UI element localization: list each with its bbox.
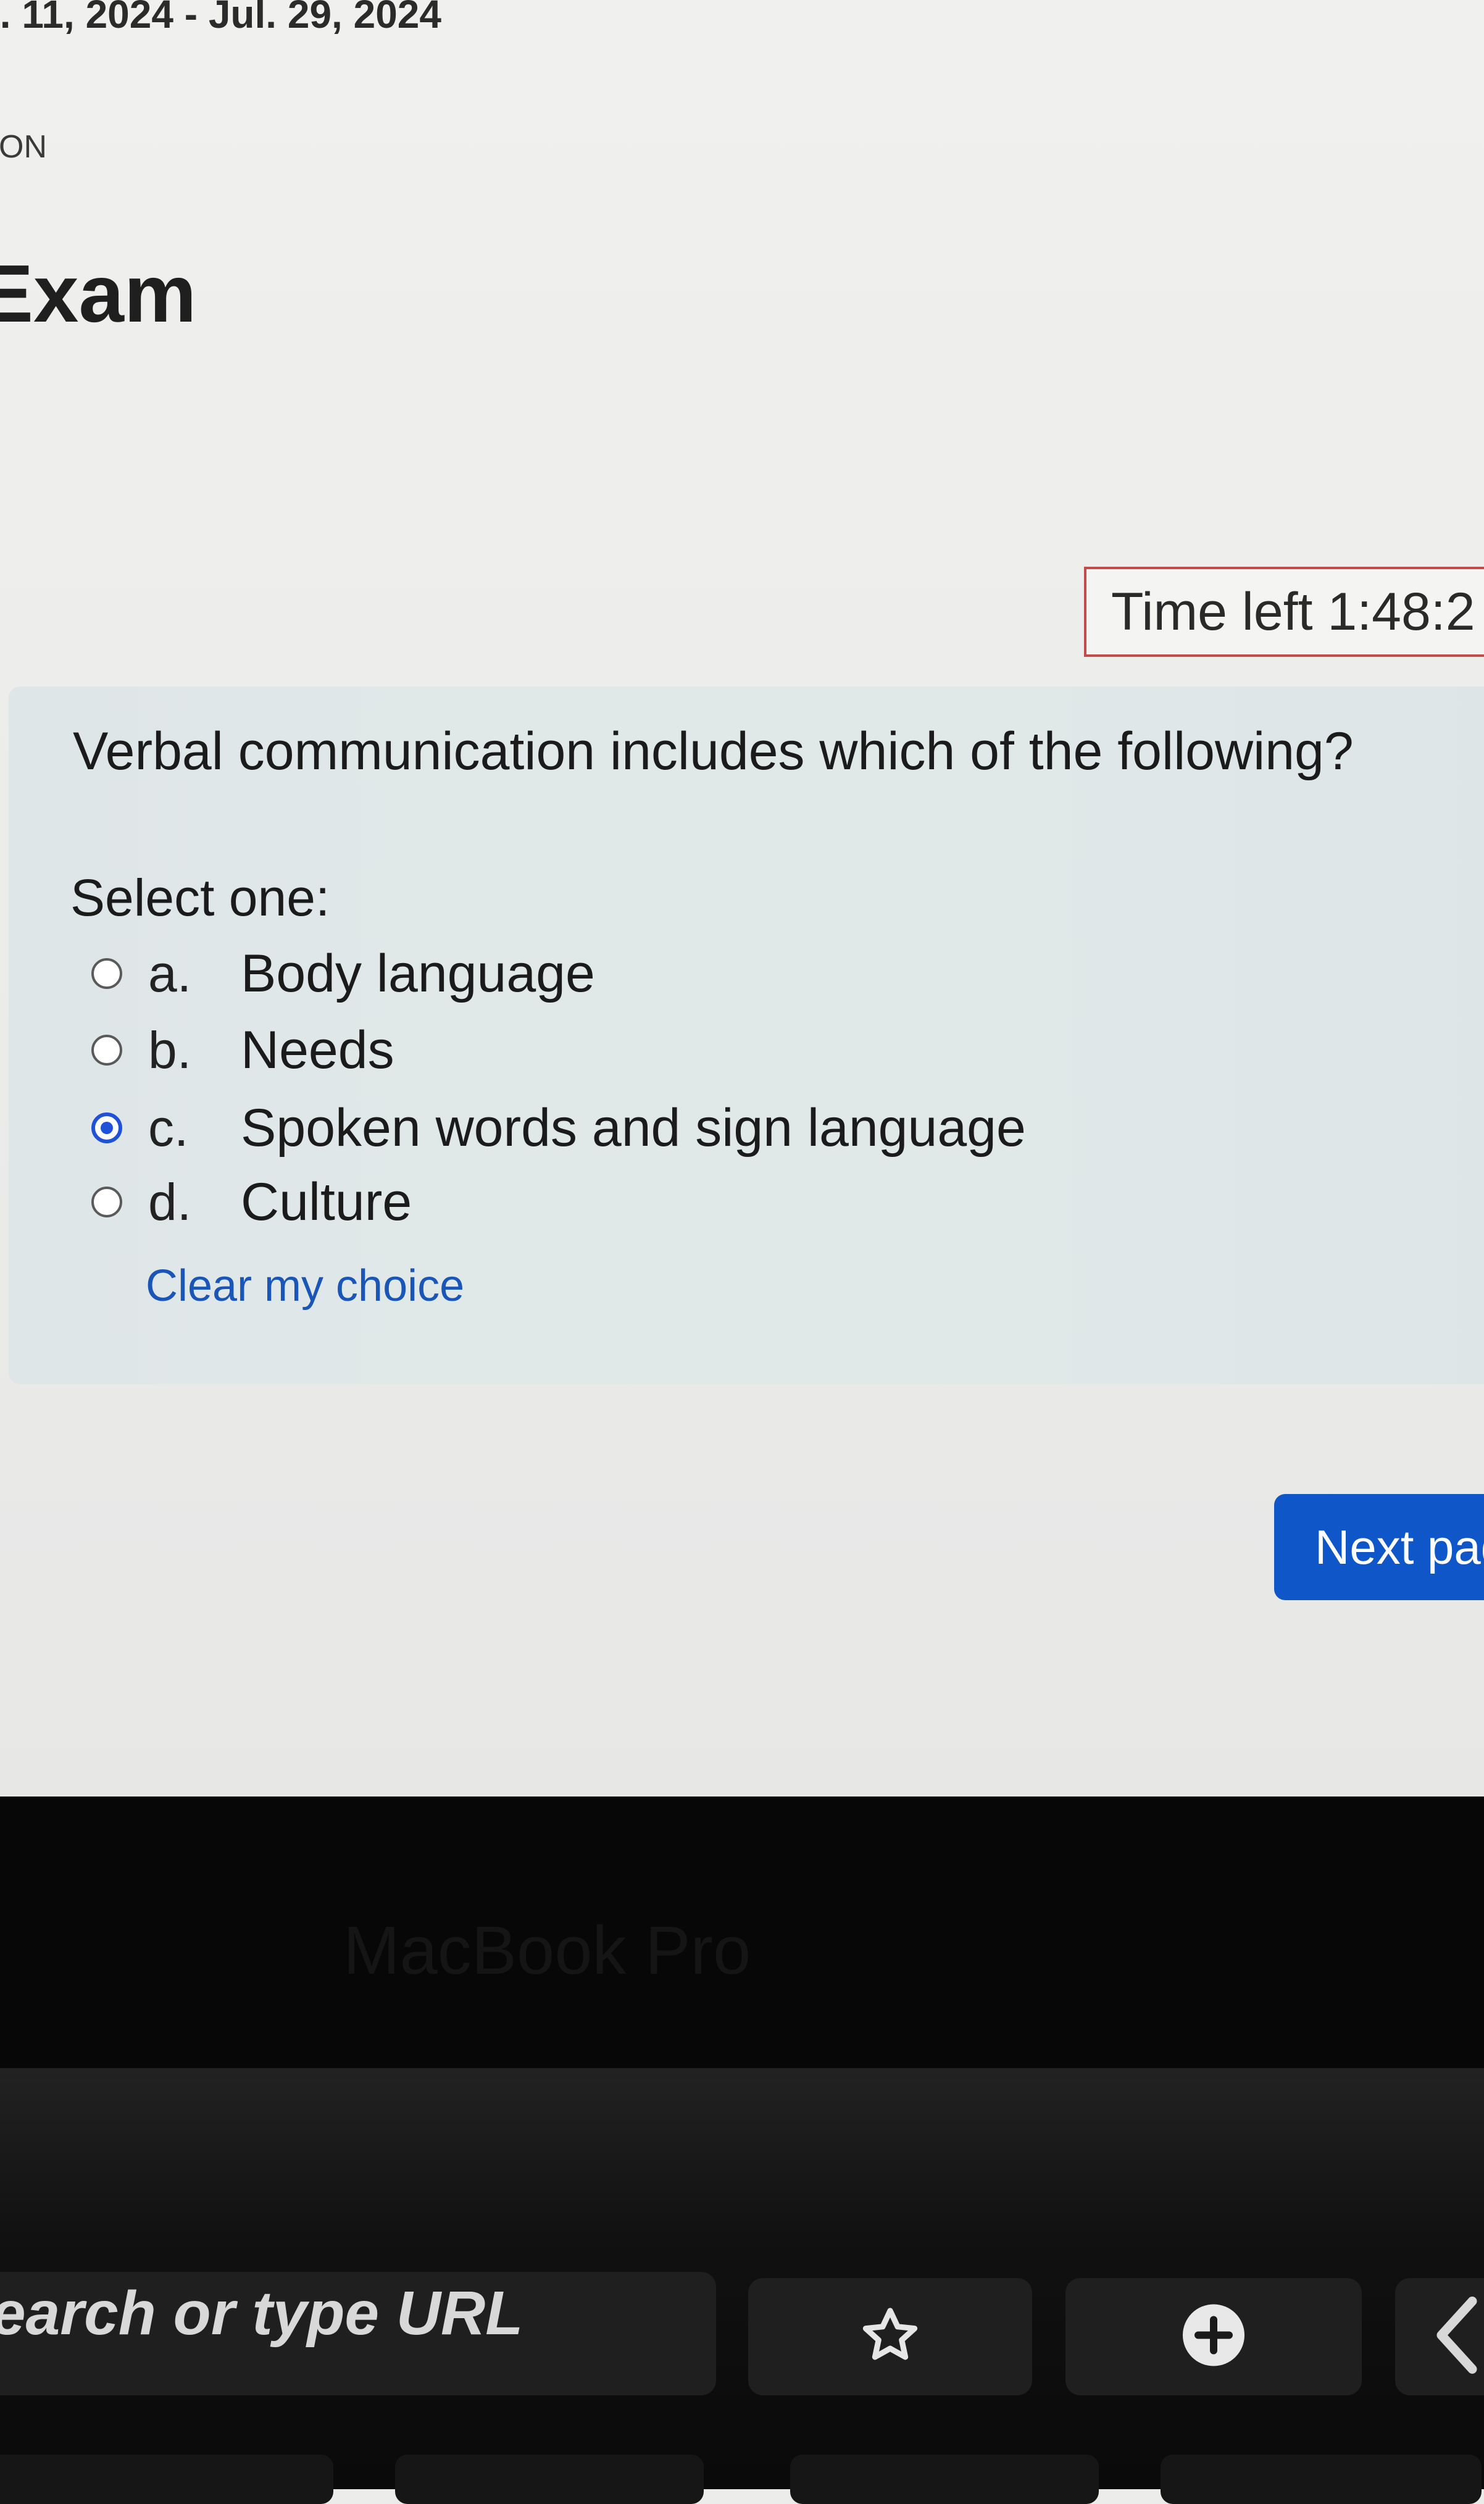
touch-bar: earch or type URL xyxy=(0,2068,1484,2504)
bezel-label: MacBook Pro xyxy=(343,1913,751,1989)
option-letter: d. xyxy=(148,1172,192,1231)
time-left-indicator: Time left 1:48:2 xyxy=(1084,567,1484,657)
option-label: Needs xyxy=(241,1020,394,1080)
touchbar-url-placeholder: earch or type URL xyxy=(0,2279,523,2348)
radio-button-c[interactable] xyxy=(91,1112,122,1143)
touchbar-bookmark-button[interactable] xyxy=(748,2278,1032,2395)
option-b[interactable]: b. Needs xyxy=(91,1016,394,1084)
clear-my-choice-link[interactable]: Clear my choice xyxy=(146,1261,464,1311)
next-page-button[interactable]: Next pag xyxy=(1274,1494,1484,1600)
touchbar-new-tab-button[interactable] xyxy=(1065,2278,1362,2395)
question-card: Verbal communication includes which of t… xyxy=(9,687,1484,1384)
option-c[interactable]: c. Spoken words and sign language xyxy=(91,1094,1026,1162)
option-letter: c. xyxy=(148,1098,189,1157)
page-title: Exam xyxy=(0,248,197,339)
radio-button-a[interactable] xyxy=(91,958,122,989)
chevron-left-icon xyxy=(1429,2295,1484,2379)
option-label: Culture xyxy=(241,1172,412,1232)
option-a[interactable]: a. Body language xyxy=(91,940,595,1008)
touchbar-back-button[interactable] xyxy=(1395,2278,1484,2395)
radio-button-d[interactable] xyxy=(91,1187,122,1217)
laptop-bezel: MacBook Pro xyxy=(0,1797,1484,2068)
option-letter: a. xyxy=(148,944,192,1003)
keyboard-key xyxy=(395,2455,704,2504)
keyboard-key xyxy=(0,2455,333,2504)
option-letter: b. xyxy=(148,1020,192,1079)
radio-button-b[interactable] xyxy=(91,1035,122,1066)
browser-screen: l. 11, 2024 - Jul. 29, 2024 ON Exam Time… xyxy=(0,0,1484,1797)
star-icon xyxy=(859,2305,921,2369)
course-tag: ON xyxy=(0,129,47,165)
question-text: Verbal communication includes which of t… xyxy=(73,722,1354,781)
keyboard-key xyxy=(790,2455,1099,2504)
keyboard-key xyxy=(1161,2455,1482,2504)
option-label: Spoken words and sign language xyxy=(241,1098,1026,1158)
plus-icon xyxy=(1177,2298,1251,2376)
course-date-range: l. 11, 2024 - Jul. 29, 2024 xyxy=(0,0,441,36)
option-label: Body language xyxy=(241,943,595,1003)
option-d[interactable]: d. Culture xyxy=(91,1168,412,1236)
select-one-prompt: Select one: xyxy=(70,869,330,927)
